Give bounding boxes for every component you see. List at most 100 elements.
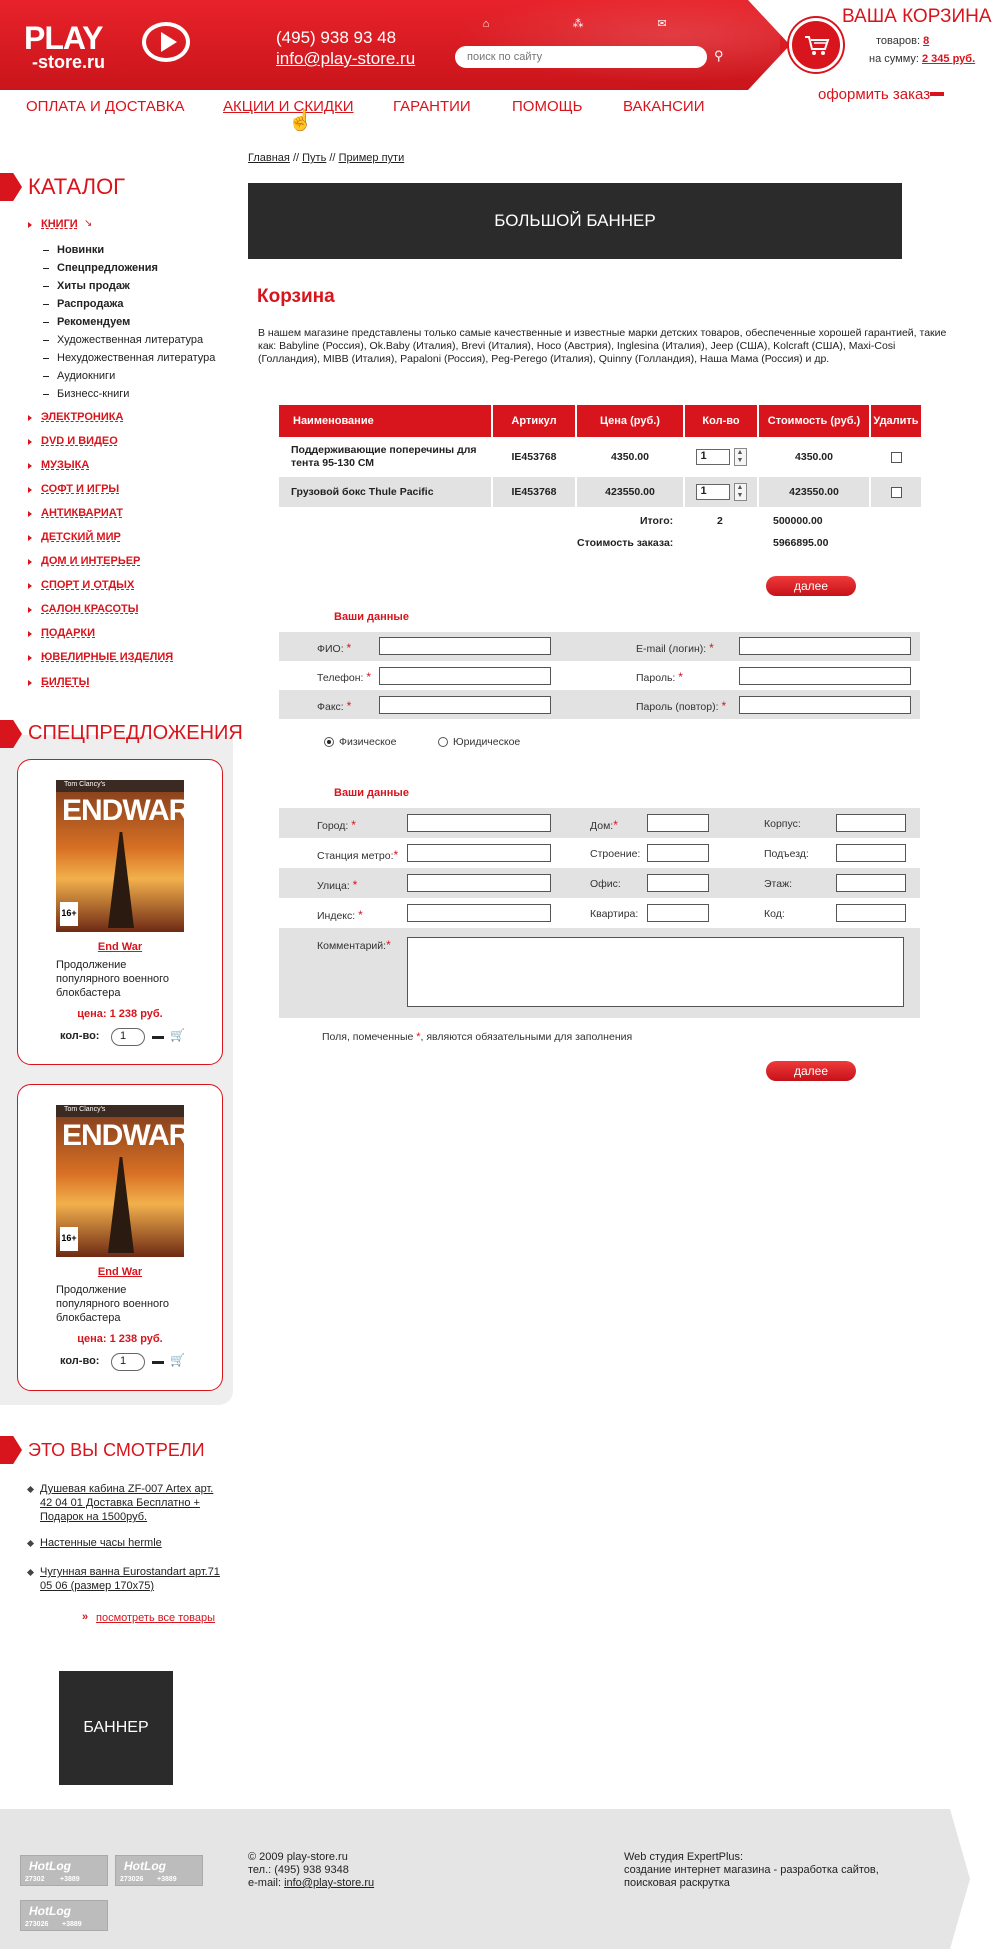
next-button[interactable]: далее — [766, 1061, 856, 1081]
nav-guarantees[interactable]: ГАРАНТИИ — [393, 98, 471, 115]
qty-input[interactable]: 1 — [695, 449, 730, 465]
catalog-item[interactable]: МУЗЫКА — [41, 459, 89, 471]
search-input[interactable] — [455, 46, 707, 68]
catalog-item[interactable]: ДЕТСКИЙ МИР — [41, 531, 121, 543]
arrow-right-icon[interactable] — [152, 1036, 164, 1039]
catalog-subitem[interactable]: Хиты продаж — [57, 280, 130, 292]
footer-email[interactable]: info@play-store.ru — [284, 1877, 374, 1889]
bullet-icon — [28, 463, 32, 469]
metro-field[interactable] — [407, 844, 551, 862]
side-banner[interactable]: БАННЕР — [59, 1671, 173, 1785]
code-field[interactable] — [836, 904, 906, 922]
order-link[interactable]: оформить заказ — [818, 86, 930, 103]
table-row: Грузовой бокс Thule Pacific IE453768 423… — [279, 477, 921, 507]
arrow-right-icon[interactable] — [152, 1361, 164, 1364]
breadcrumb-path[interactable]: Путь — [302, 152, 326, 164]
catalog-subitem[interactable]: Аудиокниги — [57, 370, 115, 382]
office-field[interactable] — [647, 874, 709, 892]
footer-studio-name[interactable]: Web студия ExpertPlus: — [624, 1851, 894, 1864]
nav-payment-delivery[interactable]: ОПЛАТА И ДОСТАВКА — [26, 98, 185, 115]
qty-input[interactable]: 1 — [695, 484, 730, 500]
catalog-item[interactable]: АНТИКВАРИАТ — [41, 507, 123, 519]
product-image[interactable]: Tom Clancy's ENDWAR 16+ — [56, 1105, 190, 1257]
street-field[interactable] — [407, 874, 551, 892]
apartment-field[interactable] — [647, 904, 709, 922]
order-cost-label: Стоимость заказа: — [577, 537, 674, 549]
radio-individual[interactable] — [324, 737, 334, 747]
catalog-subitem[interactable]: Художественная литература — [57, 334, 203, 346]
catalog-item[interactable]: ЭЛЕКТРОНИКА — [41, 411, 123, 423]
hotlog-counter[interactable]: HotLog 27302 +3889 — [20, 1855, 108, 1886]
dash-bullet-icon — [43, 340, 49, 341]
catalog-subitem[interactable]: Распродажа — [57, 298, 124, 310]
search-icon[interactable]: ⚲ — [714, 49, 728, 63]
catalog-subitem[interactable]: Нехудожественная литература — [57, 352, 215, 364]
fio-field[interactable] — [379, 637, 551, 655]
catalog-subitem[interactable]: Бизнесс-книги — [57, 388, 129, 400]
item-name[interactable]: Грузовой бокс Thule Pacific — [279, 477, 491, 507]
fax-field[interactable] — [379, 696, 551, 714]
catalog-item[interactable]: САЛОН КРАСОТЫ — [41, 603, 139, 615]
cart-items-value[interactable]: 8 — [923, 35, 929, 47]
catalog-item[interactable]: DVD И ВИДЕО — [41, 435, 118, 447]
sitemap-icon[interactable]: ⁂ — [571, 18, 585, 30]
seen-all-link[interactable]: посмотреть все товары — [96, 1612, 215, 1624]
breadcrumb-current[interactable]: Пример пути — [339, 152, 405, 164]
qty-spinner-icon[interactable]: ▲ ▼ — [733, 448, 747, 466]
item-name[interactable]: Поддерживающие поперечины для тента 95-1… — [279, 441, 491, 473]
hotlog-counter[interactable]: HotLog 273026 +3889 — [115, 1855, 203, 1886]
city-field[interactable] — [407, 814, 551, 832]
entrance-field[interactable] — [836, 844, 906, 862]
password-field[interactable] — [739, 667, 911, 685]
structure-field[interactable] — [647, 844, 709, 862]
catalog-item[interactable]: ДОМ И ИНТЕРЬЕР — [41, 555, 140, 567]
nav-help[interactable]: ПОМОЩЬ — [512, 98, 583, 115]
floor-field[interactable] — [836, 874, 906, 892]
expand-arrow-icon[interactable]: ↘ — [84, 218, 92, 229]
zip-field[interactable] — [407, 904, 551, 922]
product-name[interactable]: End War — [18, 1266, 222, 1278]
catalog-item[interactable]: ПОДАРКИ — [41, 627, 95, 639]
remove-checkbox[interactable] — [890, 451, 902, 463]
email-field[interactable] — [739, 637, 911, 655]
qty-input[interactable]: 1 — [111, 1353, 145, 1371]
product-image[interactable]: Tom Clancy's ENDWAR 16+ — [56, 780, 190, 932]
add-to-cart-icon[interactable]: 🛒 — [170, 1028, 185, 1042]
catalog-item-books[interactable]: КНИГИ — [41, 218, 78, 230]
radio-legal[interactable] — [438, 737, 448, 747]
catalog-item[interactable]: СПОРТ И ОТДЫХ — [41, 579, 134, 591]
logo[interactable]: PLAY -store.ru — [24, 18, 214, 74]
seen-item[interactable]: Настенные часы hermle — [40, 1536, 226, 1550]
catalog-item[interactable]: СОФТ И ИГРЫ — [41, 483, 119, 495]
cart-sum-value[interactable]: 2 345 руб. — [922, 53, 975, 65]
qty-spinner-icon[interactable]: ▲ ▼ — [733, 483, 747, 501]
qty-input[interactable]: 1 — [111, 1028, 145, 1046]
product-name[interactable]: End War — [18, 941, 222, 953]
comment-field[interactable] — [407, 937, 904, 1007]
home-icon[interactable]: ⌂ — [479, 18, 493, 30]
seen-item[interactable]: Чугунная ванна Eurostandart арт.71 05 06… — [40, 1565, 226, 1593]
house-field[interactable] — [647, 814, 709, 832]
big-banner[interactable]: БОЛЬШОЙ БАННЕР — [248, 183, 902, 259]
cart-items: товаров: 8 — [876, 35, 929, 47]
catalog-item[interactable]: БИЛЕТЫ — [41, 676, 89, 688]
footer-phone: тел.: (495) 938 9348 — [248, 1864, 349, 1876]
nav-vacancies[interactable]: ВАКАНСИИ — [623, 98, 704, 115]
seen-item[interactable]: Душевая кабина ZF-007 Artex арт. 42 04 0… — [40, 1482, 226, 1524]
remove-checkbox[interactable] — [890, 486, 902, 498]
cart-sum: на сумму: 2 345 руб. — [869, 53, 975, 65]
breadcrumb-home[interactable]: Главная — [248, 152, 290, 164]
add-to-cart-icon[interactable]: 🛒 — [170, 1353, 185, 1367]
password-repeat-field[interactable] — [739, 696, 911, 714]
catalog-subitem[interactable]: Новинки — [57, 244, 104, 256]
building-field[interactable] — [836, 814, 906, 832]
form-row: Комментарий:* — [279, 928, 920, 1018]
catalog-item[interactable]: ЮВЕЛИРНЫЕ ИЗДЕЛИЯ — [41, 651, 173, 663]
hotlog-counter[interactable]: HotLog 273026 +3889 — [20, 1900, 108, 1931]
header-email[interactable]: info@play-store.ru — [276, 49, 415, 69]
phone-field[interactable] — [379, 667, 551, 685]
next-button[interactable]: далее — [766, 576, 856, 596]
catalog-subitem[interactable]: Рекомендуем — [57, 316, 130, 328]
mail-icon[interactable]: ✉ — [655, 18, 669, 30]
catalog-subitem[interactable]: Спецпредложения — [57, 262, 158, 274]
